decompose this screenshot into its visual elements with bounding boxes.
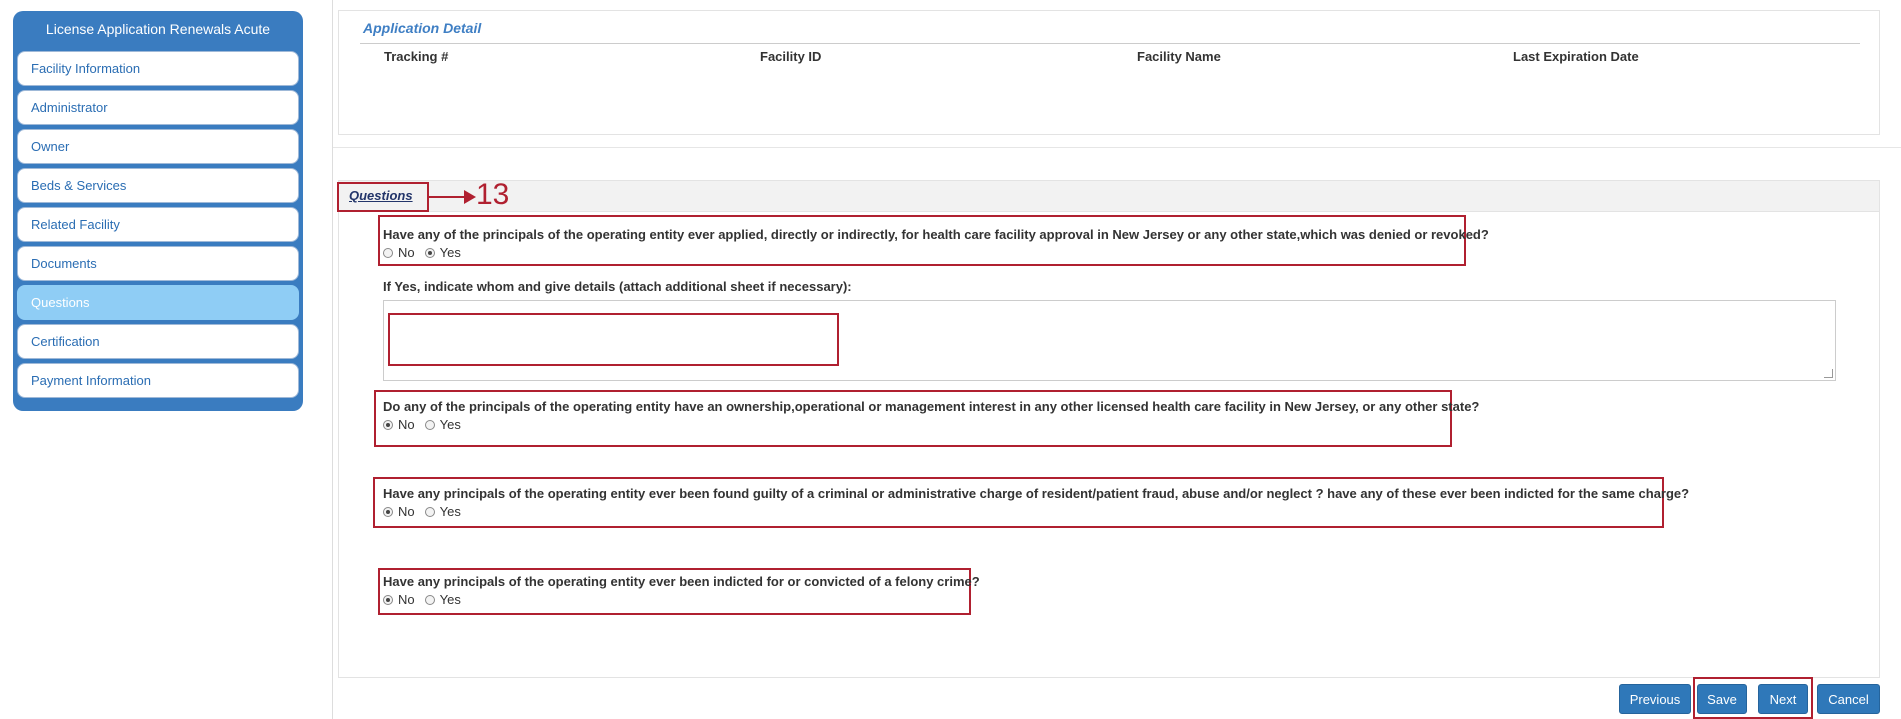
question-1-no-radio[interactable] [383,247,393,258]
cancel-button[interactable]: Cancel [1817,684,1880,714]
question-4-no-label: No [398,592,415,607]
section-divider [333,147,1901,148]
question-2-text: Do any of the principals of the operatin… [383,399,1480,414]
question-3-yes-label: Yes [439,504,461,519]
question-3-yes-radio[interactable] [424,506,435,517]
annotation-arrow-head [464,190,476,204]
sidebar-item-beds-services[interactable]: Beds & Services [17,168,299,203]
column-facility-id: Facility ID [760,49,822,64]
question-4-text: Have any principals of the operating ent… [383,574,980,589]
sidebar-item-payment-information[interactable]: Payment Information [17,363,299,398]
save-button[interactable]: Save [1697,684,1747,714]
question-1-no-label: No [398,245,415,260]
resize-grip-icon[interactable] [1824,369,1833,378]
question-1-options: No Yes [383,245,471,260]
column-last-expiration-date: Last Expiration Date [1513,49,1639,64]
previous-button[interactable]: Previous [1619,684,1691,714]
annotation-number: 13 [476,178,510,211]
application-detail-panel: Application Detail Tracking # Facility I… [338,10,1880,135]
sidebar-item-questions[interactable]: Questions [17,285,299,320]
question-3-options: No Yes [383,504,471,519]
questions-header [338,180,1880,212]
question-2-yes-label: Yes [439,417,461,432]
annotation-box-q3 [373,477,1664,528]
question-3-text: Have any principals of the operating ent… [383,486,1690,501]
application-detail-title: Application Detail [363,20,482,36]
column-facility-name: Facility Name [1137,49,1221,64]
sidebar-item-related-facility[interactable]: Related Facility [17,207,299,242]
detail-divider [360,43,1860,44]
question-1-text: Have any of the principals of the operat… [383,227,1489,242]
main-divider [332,0,333,719]
question-4-yes-radio[interactable] [424,594,435,605]
annotation-box-title [337,182,429,212]
sidebar-item-owner[interactable]: Owner [17,129,299,164]
question-2-options: No Yes [383,417,471,432]
question-2-no-radio[interactable] [383,419,393,430]
question-1-yes-radio[interactable] [424,247,435,258]
next-button[interactable]: Next [1758,684,1808,714]
question-3-no-label: No [398,504,415,519]
annotation-arrow [429,196,467,198]
question-2-yes-radio[interactable] [424,419,435,430]
details-label: If Yes, indicate whom and give details (… [383,279,852,294]
question-1-yes-label: Yes [439,245,461,260]
question-3-no-radio[interactable] [383,506,393,517]
question-2-no-label: No [398,417,415,432]
annotation-box-details [388,313,839,366]
question-4-yes-label: Yes [439,592,461,607]
sidebar-item-administrator[interactable]: Administrator [17,90,299,125]
question-4-options: No Yes [383,592,471,607]
sidebar-nav: License Application Renewals Acute Facil… [13,11,303,411]
sidebar-item-certification[interactable]: Certification [17,324,299,359]
sidebar-title: License Application Renewals Acute [45,21,271,37]
column-tracking: Tracking # [384,49,449,64]
sidebar-item-facility-information[interactable]: Facility Information [17,51,299,86]
question-4-no-radio[interactable] [383,594,393,605]
sidebar-item-documents[interactable]: Documents [17,246,299,281]
